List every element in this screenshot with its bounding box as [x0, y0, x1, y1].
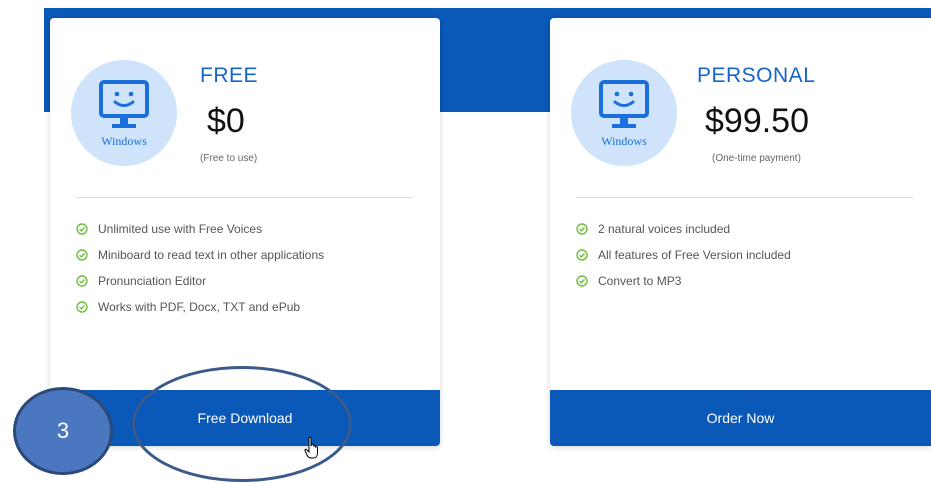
hand-pointer-icon — [304, 436, 318, 459]
feature-item: 2 natural voices included — [576, 220, 791, 246]
pricing-page: Windows FREE $0 (Free to use) Unlimited … — [0, 0, 931, 483]
plan-price: $99.50 — [705, 102, 809, 140]
feature-text: 2 natural voices included — [598, 222, 731, 236]
price-note: (One-time payment) — [712, 153, 801, 164]
feature-text: Works with PDF, Docx, TXT and ePub — [98, 300, 301, 314]
plan-price: $0 — [207, 102, 245, 140]
feature-item: All features of Free Version included — [576, 246, 791, 272]
feature-item: Works with PDF, Docx, TXT and ePub — [76, 298, 324, 324]
feature-item: Unlimited use with Free Voices — [76, 220, 324, 246]
order-now-button[interactable]: Order Now — [550, 390, 931, 446]
feature-text: Pronunciation Editor — [98, 274, 207, 288]
check-circle-icon — [76, 223, 88, 235]
windows-monitor-icon: Windows — [71, 60, 177, 166]
check-circle-icon — [76, 301, 88, 313]
check-circle-icon — [576, 249, 588, 261]
icon-label: Windows — [101, 134, 147, 148]
check-circle-icon — [576, 223, 588, 235]
divider — [576, 197, 913, 198]
divider — [76, 197, 413, 198]
step-number-badge: 3 — [13, 387, 113, 475]
free-plan-card: Windows FREE $0 (Free to use) Unlimited … — [50, 18, 440, 446]
feature-list: 2 natural voices included All features o… — [576, 220, 791, 298]
windows-monitor-icon: Windows — [571, 60, 677, 166]
check-circle-icon — [76, 275, 88, 287]
personal-plan-card: Windows PERSONAL $99.50 (One-time paymen… — [550, 18, 931, 446]
plan-name: FREE — [200, 64, 259, 87]
price-note: (Free to use) — [200, 153, 258, 164]
feature-item: Pronunciation Editor — [76, 272, 324, 298]
feature-text: Miniboard to read text in other applicat… — [98, 248, 325, 262]
check-circle-icon — [576, 275, 588, 287]
feature-text: Convert to MP3 — [598, 274, 682, 288]
feature-item: Convert to MP3 — [576, 272, 791, 298]
icon-label: Windows — [601, 134, 647, 148]
check-circle-icon — [76, 249, 88, 261]
feature-item: Miniboard to read text in other applicat… — [76, 246, 324, 272]
feature-text: All features of Free Version included — [598, 248, 791, 262]
plan-name: PERSONAL — [697, 64, 816, 87]
feature-list: Unlimited use with Free Voices Miniboard… — [76, 220, 324, 324]
feature-text: Unlimited use with Free Voices — [98, 222, 263, 236]
